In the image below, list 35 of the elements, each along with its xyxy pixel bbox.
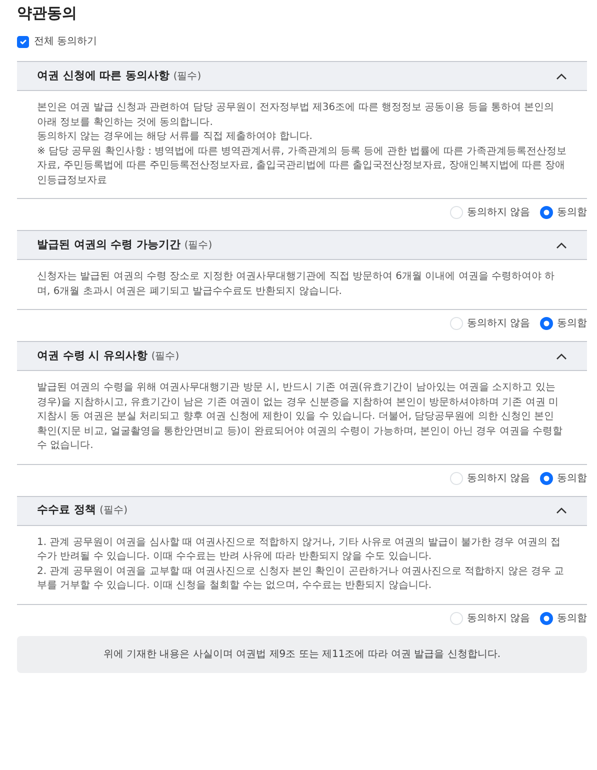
section-header[interactable]: 여권 신청에 따른 동의사항 (필수) — [17, 61, 587, 91]
chevron-up-icon[interactable] — [556, 72, 567, 80]
radio-button[interactable] — [540, 317, 553, 330]
radio-button[interactable] — [540, 472, 553, 484]
section-title: 여권 수령 시 유의사항 (필수) — [37, 348, 180, 364]
chevron-up-icon[interactable] — [556, 507, 567, 514]
terms-text: 신청자는 발급된 여권의 수령 장소로 지정한 여권사무대행기관에 직접 방문하여 6개월 이내에 여권을 수령하여야 하며, 6개월 초과시 여권은 폐기되고 발급수수료도 반환되지 않습니다. — [37, 270, 556, 298]
radio-label[interactable]: 동의하지 않음 — [466, 316, 530, 331]
radio-label[interactable]: 동의함 — [557, 316, 587, 331]
radio-label[interactable]: 동의하지 않음 — [466, 610, 530, 626]
terms-text: 동의하지 않는 경우에는 해당 서류를 직접 제출하여야 합니다. — [37, 130, 314, 144]
agree-all-checkbox[interactable] — [17, 36, 29, 48]
section-header[interactable]: 여권 수령 시 유의사항 (필수) — [17, 341, 587, 371]
section-title: 수수료 정책 (필수) — [37, 502, 128, 518]
page-title: 약관동의 — [17, 4, 78, 22]
section-header[interactable]: 수수료 정책 (필수) — [17, 496, 587, 526]
radio-label[interactable]: 동의하지 않음 — [466, 470, 530, 486]
chevron-up-icon[interactable] — [556, 242, 567, 248]
section-title: 여권 신청에 따른 동의사항 (필수) — [37, 68, 202, 84]
terms-text: ※ 담당 공무원 확인사항 : 병역법에 따른 병역관계서류, 가족관계의 등록 등에 관한 법률에 따른 가족관계등록전산정보자료, 주민등록법에 따른 주민등록전산정보자료, 출입국관리법에 따른 출입국전산정보자료, 장애인복지법에 따른 장애인등급정보자료 — [37, 144, 567, 188]
terms-text: 2. 관계 공무원이 여권을 교부할 때 여권사진으로 신청자 본인 확인이 곤란하거나 여권사진으로 적합하지 않은 경우 교부를 거부할 수 있습니다. 이때 신청을 철회할 수는 없으며, 수수료는 반환되지 않습니다. — [37, 564, 566, 593]
section-title: 발급된 여권의 수령 가능기간 (필수) — [37, 236, 212, 253]
radio-label[interactable]: 동의함 — [557, 610, 587, 626]
agree-all-label[interactable]: 전체 동의하기 — [34, 34, 98, 49]
section-header[interactable]: 발급된 여권의 수령 가능기간 (필수) — [17, 230, 587, 260]
terms-text: 발급된 여권의 수령을 위해 여권사무대행기관 방문 시, 반드시 기존 여권(유효기간이 남아있는 여권을 소지하고 있는 경우)을 지참하시고, 유효기간이 남은 기존 여권이 없는 경우 신분증을 지참하여 본인이 방문하셔야하며 기존 여권 미지참시 동 여권은 분실 처리되고 향후 여권 신청에 제한이 있을 수 있습니다. 더불어, 담당공무원에 의한 신청인 본인 확인(지문 비교, 얼굴촬영을 통한안면비교 등)이 완료되어야 여권의 수령이 가능하며, 본인이 아닌 경우 여권을 수령할 수 없습니다. — [37, 381, 564, 453]
radio-label[interactable]: 동의하지 않음 — [466, 205, 530, 220]
radio-label[interactable]: 동의함 — [557, 470, 587, 486]
radio-label[interactable]: 동의함 — [557, 205, 587, 220]
chevron-up-icon[interactable] — [556, 352, 567, 360]
notice-text: 위에 기재한 내용은 사실이며 여권법 제9조 또는 제11조에 따라 여권 발급을 신청합니다. — [17, 636, 587, 672]
terms-text: 1. 관계 공무원이 여권을 심사할 때 여권사진으로 적합하지 않거나, 기타 사유로 여권의 발급이 불가한 경우 여권의 접수가 반려될 수 있습니다. 이때 수수료는 반려 사유에 따라 반환되지 않을 수도 있습니다. — [37, 536, 562, 564]
radio-button[interactable] — [540, 206, 553, 219]
radio-button[interactable] — [540, 612, 553, 624]
terms-text: 본인은 여권 발급 신청과 관련하여 담당 공무원이 전자정부법 제36조에 따른 행정정보 공동이용 등을 통하여 본인의 아래 정보를 확인하는 것에 동의합니다. — [37, 101, 556, 130]
